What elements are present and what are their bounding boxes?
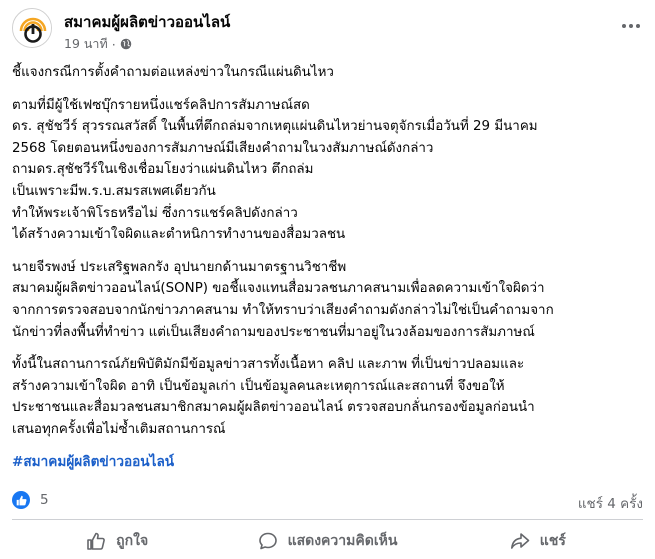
text-line: ทั้งนี้ในสถานการณ์ภัยพิบัติมักมีข้อมูลข่… (12, 357, 525, 373)
like-icon (16, 495, 27, 505)
paragraph-advice: ทั้งนี้ในสถานการณ์ภัยพิบัติมักมีข้อมูลข่… (12, 354, 642, 440)
share-button[interactable]: แชร์ (433, 523, 643, 559)
more-options-button[interactable] (619, 16, 643, 36)
like-button[interactable]: ถูกใจ (12, 523, 222, 559)
text-line: สมาคมผู้ผลิตข่าวออนไลน์(SONP) ขอชี้แจงแท… (12, 281, 545, 297)
comment-label: แสดงความคิดเห็น (287, 533, 398, 549)
avatar[interactable] (12, 8, 52, 48)
meta-separator: · (111, 36, 116, 52)
paragraph-clarification: นายจีรพงษ์ ประเสริฐพลกรัง อุปนายกด้านมาต… (12, 257, 642, 343)
facebook-post: สมาคมผู้ผลิตข่าวออนไลน์ 19 นาที · ชี้แจง… (0, 0, 655, 559)
divider (12, 519, 643, 520)
action-bar: ถูกใจ แสดงความคิดเห็น แชร์ (12, 523, 643, 559)
reactions-bar: 5 แชร์ 4 ครั้ง (12, 490, 643, 512)
paragraph-background: ตามที่มีผู้ใช้เฟซบุ๊กรายหนึ่งแชร์คลิปการ… (12, 95, 642, 246)
text-line: ชี้แจงกรณีการตั้งคำถามต่อแหล่งข่าวในกรณี… (12, 65, 334, 80)
text-line: ถามดร.สุชัชวีร์ในเชิงเชื่อมโยงว่าแผ่นดิน… (12, 162, 314, 178)
post-text: ชี้แจงกรณีการตั้งคำถามต่อแหล่งข่าวในกรณี… (12, 62, 642, 473)
more-horizontal-icon (622, 24, 626, 28)
comment-button[interactable]: แสดงความคิดเห็น (222, 523, 432, 559)
post-time-link[interactable]: 19 นาที (64, 34, 108, 54)
share-icon (510, 533, 530, 549)
text-line: เป็นเพราะมีพ.ร.บ.สมรสเพศเดียวกัน (12, 183, 216, 199)
post-header: สมาคมผู้ผลิตข่าวออนไลน์ 19 นาที · (12, 8, 643, 54)
thumbs-up-icon (87, 532, 106, 550)
text-line: 2568 โดยตอนหนึ่งของการสัมภาษณ์มีเสียงคำถ… (12, 140, 434, 156)
text-line: ทำให้พระเจ้าพิโรธหรือไม่ ซึ่งการแชร์คลิป… (12, 205, 298, 221)
text-line: ดร. สุชัชวีร์ สุวรรณสวัสดิ์ ในพื้นที่ตึก… (12, 119, 538, 135)
reaction-count[interactable]: 5 (40, 492, 49, 508)
text-line: นายจีรพงษ์ ประเสริฐพลกรัง อุปนายกด้านมาต… (12, 259, 347, 275)
text-line: สร้างความเข้าใจผิด อาทิ เป็นข้อมูลเก่า เ… (12, 378, 505, 394)
globe-icon[interactable] (120, 38, 132, 50)
text-line: ได้สร้างความเข้าใจผิดและตำหนิการทำงานของ… (12, 227, 346, 243)
post-meta: 19 นาที · (64, 34, 132, 54)
paragraph-title: ชี้แจงกรณีการตั้งคำถามต่อแหล่งข่าวในกรณี… (12, 62, 642, 84)
text-line: ประชาชนและสื่อมวลชนสมาชิกสมาคมผู้ผลิตข่า… (12, 400, 535, 416)
sonp-logo-icon (13, 9, 51, 47)
page-name-link[interactable]: สมาคมผู้ผลิตข่าวออนไลน์ (64, 10, 230, 34)
share-count[interactable]: แชร์ 4 ครั้ง (578, 492, 643, 514)
text-line: นักข่าวที่ลงพื้นที่ทำข่าว แต่เป็นเสียงคำ… (12, 324, 535, 340)
text-line: ตามที่มีผู้ใช้เฟซบุ๊กรายหนึ่งแชร์คลิปการ… (12, 97, 310, 113)
text-line: เสนอทุกครั้งเพื่อไม่ซ้ำเติมสถานการณ์ (12, 421, 226, 437)
like-label: ถูกใจ (116, 533, 149, 549)
like-reaction-badge[interactable] (12, 491, 30, 509)
text-line: จากการตรวจสอบจากนักข่าวภาคสนาม ทำให้ทราบ… (12, 302, 554, 318)
hashtag-link[interactable]: #สมาคมผู้ผลิตข่าวออนไลน์ (12, 452, 642, 474)
share-label: แชร์ (539, 533, 566, 549)
comment-icon (258, 532, 277, 550)
